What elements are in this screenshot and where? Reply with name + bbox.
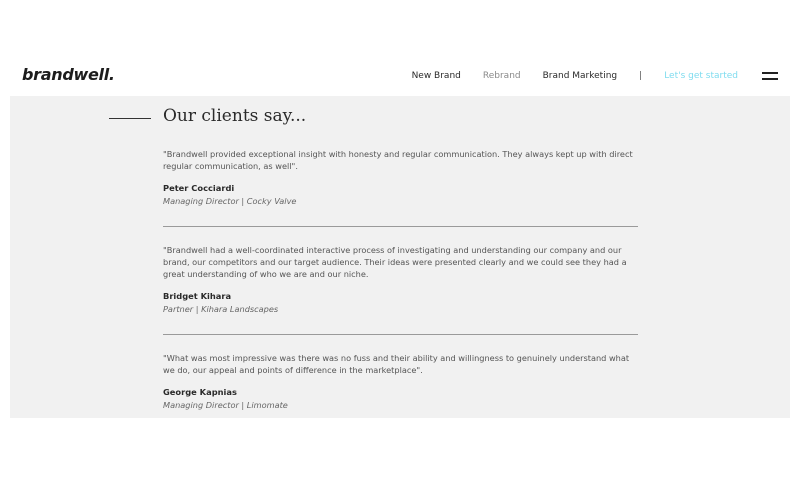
testimonial-role: Managing Director | Limomate [163, 400, 288, 410]
lets-get-started-link[interactable]: Let's get started [664, 71, 738, 81]
testimonial-quote: "What was most impressive was there was … [163, 353, 630, 375]
testimonial-item: "Brandwell had a well-coordinated intera… [163, 244, 638, 314]
testimonials-section: Our clients say... "Brandwell provided e… [10, 96, 790, 418]
main-nav: New Brand Rebrand Brand Marketing | Let'… [412, 69, 778, 83]
testimonial-divider [163, 334, 638, 335]
menu-bar [762, 72, 778, 74]
testimonial-quote: "Brandwell had a well-coordinated intera… [163, 245, 627, 279]
nav-rebrand[interactable]: Rebrand [483, 71, 521, 81]
title-rule [109, 118, 151, 119]
testimonial-role: Managing Director | Cocky Valve [163, 196, 297, 206]
brand-logo[interactable]: brandwell. [22, 65, 115, 84]
testimonial-item: "What was most impressive was there was … [163, 352, 638, 410]
testimonial-divider [163, 226, 638, 227]
site-header: brandwell. New Brand Rebrand Brand Marke… [0, 58, 800, 94]
testimonial-item: "Brandwell provided exceptional insight … [163, 148, 638, 206]
testimonial-quote: "Brandwell provided exceptional insight … [163, 149, 633, 171]
testimonial-author: Bridget Kihara [163, 291, 232, 301]
nav-brand-marketing[interactable]: Brand Marketing [543, 71, 618, 81]
testimonial-role: Partner | Kihara Landscapes [163, 304, 279, 314]
menu-bar [762, 78, 778, 80]
nav-new-brand[interactable]: New Brand [412, 71, 461, 81]
testimonial-author: George Kapnias [163, 387, 237, 397]
section-title: Our clients say... [163, 106, 307, 126]
hamburger-menu-icon[interactable] [762, 72, 778, 80]
testimonial-author: Peter Cocciardi [163, 183, 235, 193]
nav-separator: | [639, 71, 643, 81]
